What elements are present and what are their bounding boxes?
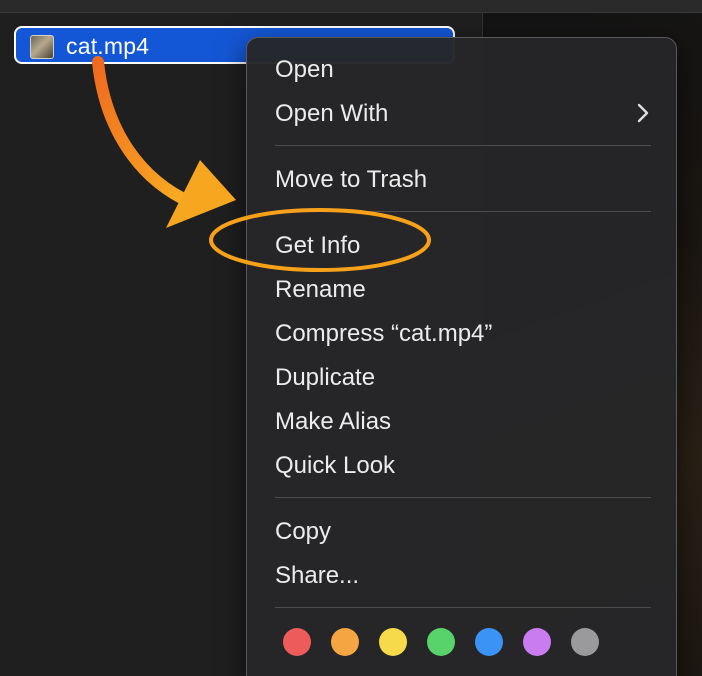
menu-item-share[interactable]: Share... [275, 557, 655, 595]
toolbar-edge [0, 0, 702, 13]
tag-green[interactable] [427, 628, 455, 656]
tag-blue[interactable] [475, 628, 503, 656]
tag-orange[interactable] [331, 628, 359, 656]
menu-item-make-alias[interactable]: Make Alias [275, 403, 655, 441]
tag-gray[interactable] [571, 628, 599, 656]
finder-window: cat.mp4 Open Open With Move to Trash Get… [0, 0, 702, 676]
menu-item-rename[interactable]: Rename [275, 271, 655, 309]
menu-item-quick-look[interactable]: Quick Look [275, 447, 655, 485]
menu-item-duplicate[interactable]: Duplicate [275, 359, 655, 397]
chevron-right-icon [637, 103, 649, 123]
curved-arrow-icon [92, 56, 236, 228]
menu-item-open[interactable]: Open [275, 51, 655, 89]
menu-separator [275, 497, 651, 498]
context-menu: Open Open With Move to Trash Get Info Re… [246, 37, 677, 676]
video-thumbnail-icon [30, 35, 54, 59]
menu-item-open-with[interactable]: Open With [275, 95, 655, 133]
tag-yellow[interactable] [379, 628, 407, 656]
menu-separator [275, 607, 651, 608]
tag-red[interactable] [283, 628, 311, 656]
menu-item-move-to-trash[interactable]: Move to Trash [275, 161, 655, 199]
menu-separator [275, 211, 651, 212]
menu-separator [275, 145, 651, 146]
menu-item-get-info[interactable]: Get Info [275, 227, 655, 265]
menu-item-label: Open With [275, 100, 389, 127]
menu-item-copy[interactable]: Copy [275, 513, 655, 551]
file-name: cat.mp4 [66, 33, 150, 59]
tag-purple[interactable] [523, 628, 551, 656]
menu-item-compress[interactable]: Compress “cat.mp4” [275, 315, 655, 353]
